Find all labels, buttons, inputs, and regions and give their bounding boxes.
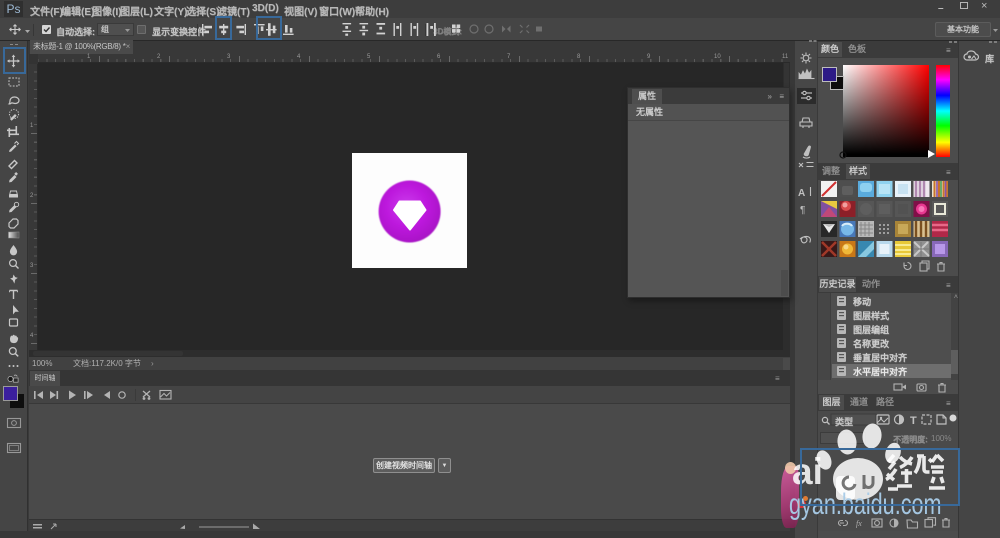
svg-text:¶: ¶ [800,205,805,216]
svg-text:A: A [798,188,805,199]
